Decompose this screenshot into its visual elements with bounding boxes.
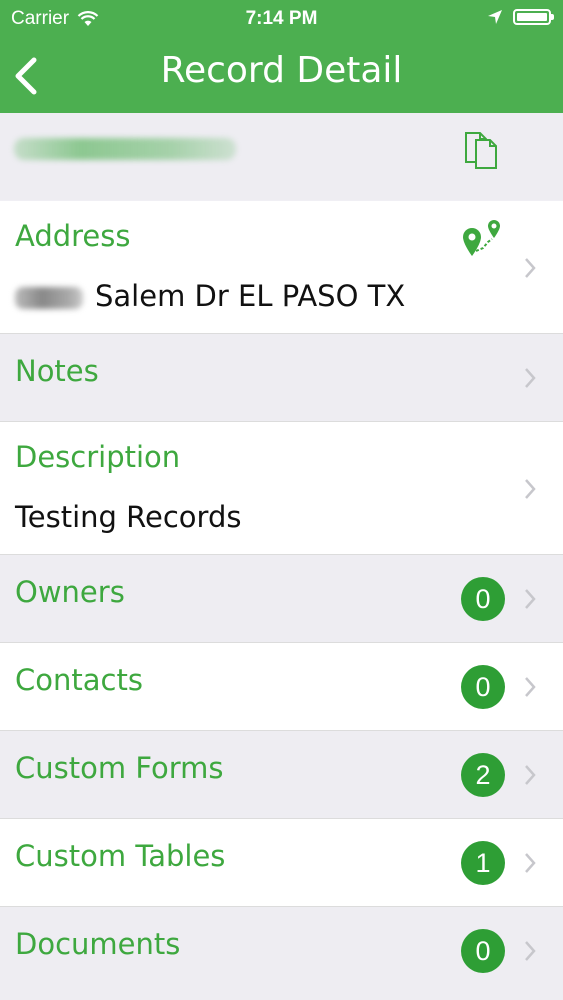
custom-forms-label: Custom Forms <box>15 751 224 785</box>
redacted-house-number <box>15 287 83 309</box>
description-label: Description <box>15 440 181 474</box>
chevron-right-icon <box>525 677 536 697</box>
custom-tables-row[interactable]: Custom Tables 1 <box>0 819 563 907</box>
chevron-right-icon <box>525 479 536 499</box>
custom-tables-count-badge: 1 <box>461 841 505 885</box>
contacts-count-badge: 0 <box>461 665 505 709</box>
location-arrow-icon <box>488 10 502 24</box>
custom-forms-row[interactable]: Custom Forms 2 <box>0 731 563 819</box>
owners-label: Owners <box>15 575 125 609</box>
copy-icon[interactable] <box>458 126 504 172</box>
description-row[interactable]: Description Testing Records <box>0 422 563 555</box>
chevron-right-icon <box>525 853 536 873</box>
navigation-bar: Record Detail <box>0 40 563 113</box>
chevron-right-icon <box>525 941 536 961</box>
redacted-record-name <box>14 138 236 160</box>
notes-row[interactable]: Notes <box>0 334 563 422</box>
chevron-right-icon <box>525 765 536 785</box>
address-value: Salem Dr EL PASO TX <box>15 279 405 313</box>
custom-forms-count-badge: 2 <box>461 753 505 797</box>
owners-row[interactable]: Owners 0 <box>0 555 563 643</box>
chevron-right-icon <box>525 258 536 278</box>
notes-label: Notes <box>15 354 99 388</box>
address-text: Salem Dr EL PASO TX <box>95 279 406 313</box>
address-label: Address <box>15 219 131 253</box>
documents-row[interactable]: Documents 0 <box>0 907 563 1000</box>
documents-label: Documents <box>15 927 181 961</box>
documents-count-badge: 0 <box>461 929 505 973</box>
owners-count-badge: 0 <box>461 577 505 621</box>
status-time: 7:14 PM <box>245 8 318 29</box>
battery-icon <box>513 9 554 25</box>
status-right <box>487 9 554 25</box>
contacts-label: Contacts <box>15 663 143 697</box>
chevron-right-icon <box>525 368 536 388</box>
custom-tables-label: Custom Tables <box>15 839 226 873</box>
map-pins-icon[interactable] <box>459 218 505 258</box>
page-title: Record Detail <box>160 50 403 91</box>
chevron-right-icon <box>525 589 536 609</box>
description-value: Testing Records <box>15 500 242 534</box>
contacts-row[interactable]: Contacts 0 <box>0 643 563 731</box>
status-bar: Carrier 7:14 PM <box>0 0 563 40</box>
